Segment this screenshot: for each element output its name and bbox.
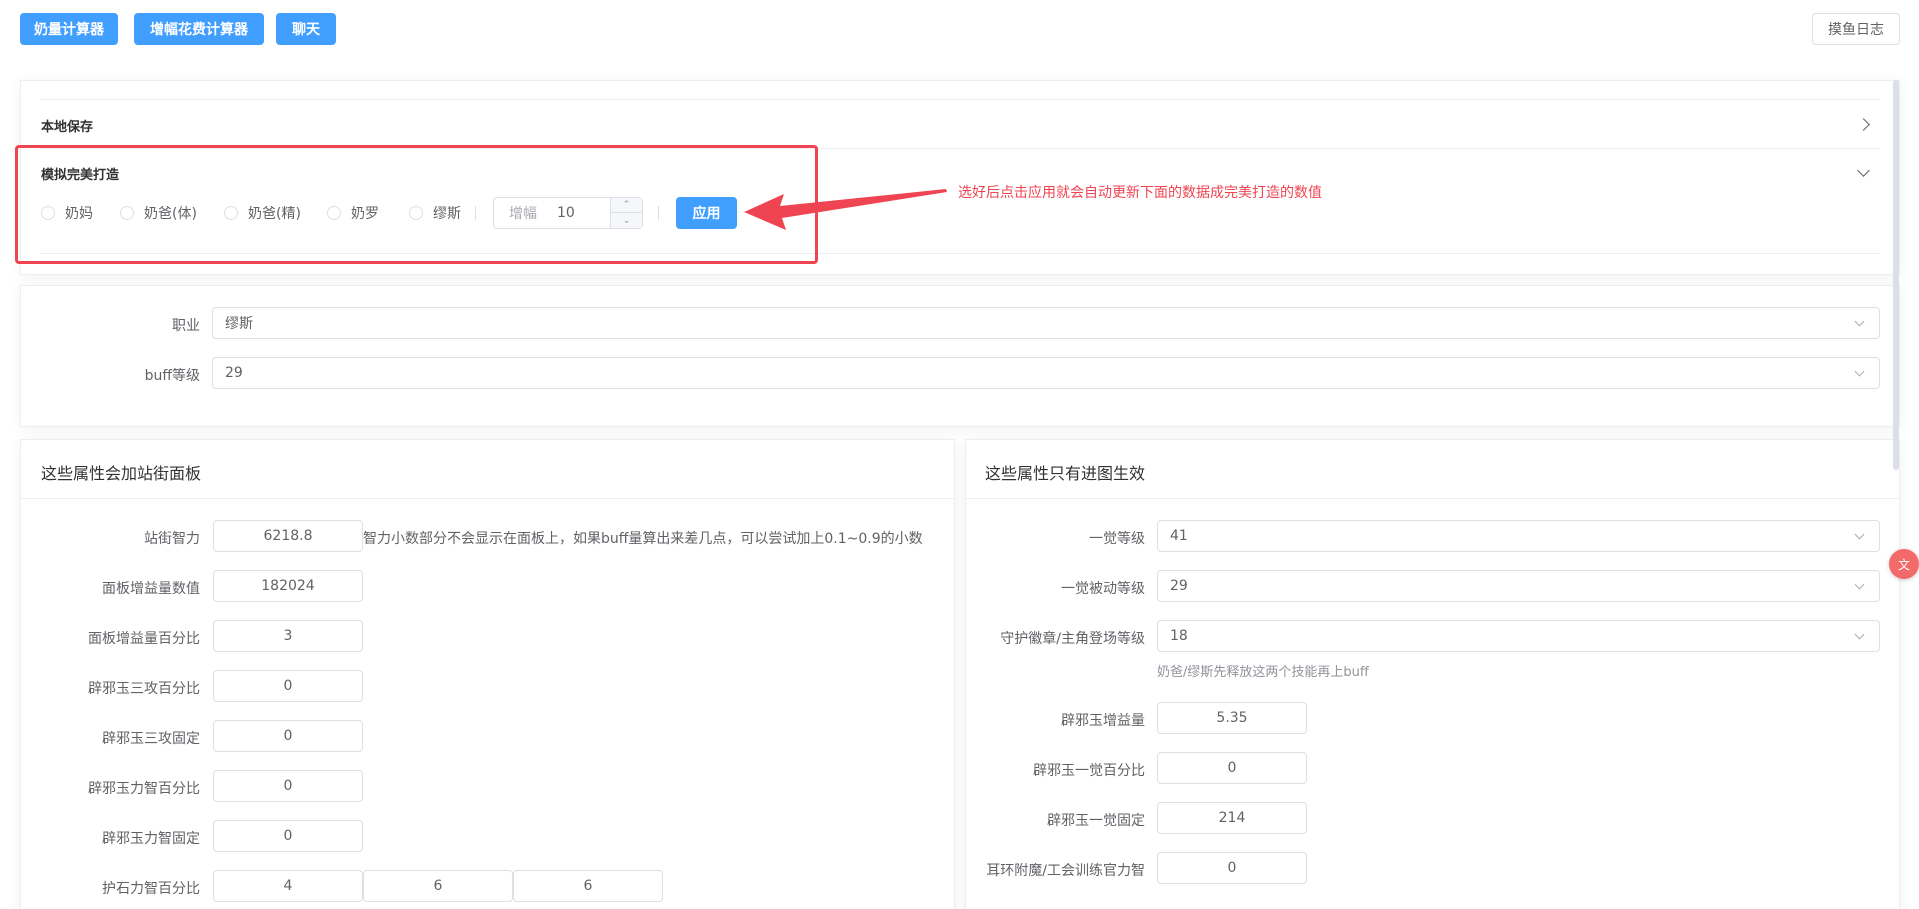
job-select[interactable]: 缪斯 <box>212 307 1880 339</box>
jade-atk-percent-input[interactable]: 0 <box>213 670 363 702</box>
field-label: 耳环附魔/工会训练官力智 <box>986 863 1145 879</box>
field-label: 守护徽章/主角登场等级 <box>1000 631 1145 647</box>
divider <box>21 498 954 499</box>
milk-calculator-button[interactable]: 奶量计算器 <box>20 13 118 45</box>
log-button[interactable]: 摸鱼日志 <box>1812 13 1900 45</box>
annotation-text: 选好后点击应用就会自动更新下面的数据成完美打造的数值 <box>958 185 1322 201</box>
chevron-down-icon <box>1854 529 1865 540</box>
field-label: 一觉等级 <box>1089 531 1145 547</box>
chevron-down-icon <box>1854 316 1865 327</box>
awaken-passive-value: 29 <box>1170 578 1188 594</box>
awaken-level-select[interactable]: 41 <box>1157 520 1880 552</box>
highlight-box <box>15 145 818 264</box>
field-label: 辟邪玉一觉百分比 <box>1033 763 1145 779</box>
guardian-badge-select[interactable]: 18 <box>1157 620 1880 652</box>
field-label: 面板增益量百分比 <box>88 631 200 647</box>
talisman-input-1[interactable]: 4 <box>213 870 363 902</box>
jade-stat-fixed-input[interactable]: 0 <box>213 820 363 852</box>
field-label: 辟邪玉力智百分比 <box>88 781 200 797</box>
amp-cost-calculator-button[interactable]: 增幅花费计算器 <box>134 13 264 45</box>
awaken-level-value: 41 <box>1170 528 1188 544</box>
jade-awaken-percent-input[interactable]: 0 <box>1157 752 1307 784</box>
street-int-input[interactable]: 6218.8 <box>213 520 363 552</box>
panel-buff-value-input[interactable]: 182024 <box>213 570 363 602</box>
field-label: 辟邪玉一觉固定 <box>1047 813 1145 829</box>
chat-button[interactable]: 聊天 <box>276 13 336 45</box>
field-label: 一觉被动等级 <box>1061 581 1145 597</box>
job-value: 缪斯 <box>225 316 253 332</box>
buff-level-value: 29 <box>225 365 243 381</box>
divider <box>40 99 1880 100</box>
chevron-down-icon <box>1854 366 1865 377</box>
talisman-input-3[interactable]: 6 <box>513 870 663 902</box>
translate-icon[interactable]: 文 <box>1889 549 1919 579</box>
jade-stat-percent-input[interactable]: 0 <box>213 770 363 802</box>
guardian-badge-value: 18 <box>1170 628 1188 644</box>
field-label: 护石力智百分比 <box>102 881 200 897</box>
field-label: 辟邪玉增益量 <box>1061 713 1145 729</box>
talisman-input-2[interactable]: 6 <box>363 870 513 902</box>
field-label: 辟邪玉三攻固定 <box>102 731 200 747</box>
job-label: 职业 <box>172 318 200 334</box>
skill-hint: 奶爸/缪斯先释放这两个技能再上buff <box>1157 665 1369 680</box>
awaken-passive-select[interactable]: 29 <box>1157 570 1880 602</box>
right-panel-title: 这些属性只有进图生效 <box>985 464 1146 483</box>
buff-level-select[interactable]: 29 <box>212 357 1880 389</box>
divider <box>966 498 1899 499</box>
collapse-local-save-title[interactable]: 本地保存 <box>41 116 93 135</box>
chevron-down-icon <box>1854 629 1865 640</box>
int-hint: 智力小数部分不会显示在面板上，如果buff量算出来差几点，可以尝试加上0.1~0… <box>363 531 923 547</box>
jade-buff-input[interactable]: 5.35 <box>1157 702 1307 734</box>
field-label: 辟邪玉力智固定 <box>102 831 200 847</box>
panel-buff-percent-input[interactable]: 3 <box>213 620 363 652</box>
field-label: 站街智力 <box>144 531 200 547</box>
chevron-down-icon <box>1854 579 1865 590</box>
left-panel-title: 这些属性会加站街面板 <box>41 464 202 483</box>
field-label: 面板增益量数值 <box>102 581 200 597</box>
buff-level-label: buff等级 <box>144 368 200 384</box>
jade-awaken-fixed-input[interactable]: 214 <box>1157 802 1307 834</box>
earring-enchant-input[interactable]: 0 <box>1157 852 1307 884</box>
scrollbar[interactable] <box>1893 80 1899 470</box>
jade-atk-fixed-input[interactable]: 0 <box>213 720 363 752</box>
right-panel <box>965 439 1900 909</box>
field-label: 辟邪玉三攻百分比 <box>88 681 200 697</box>
arrow-icon <box>744 189 947 230</box>
